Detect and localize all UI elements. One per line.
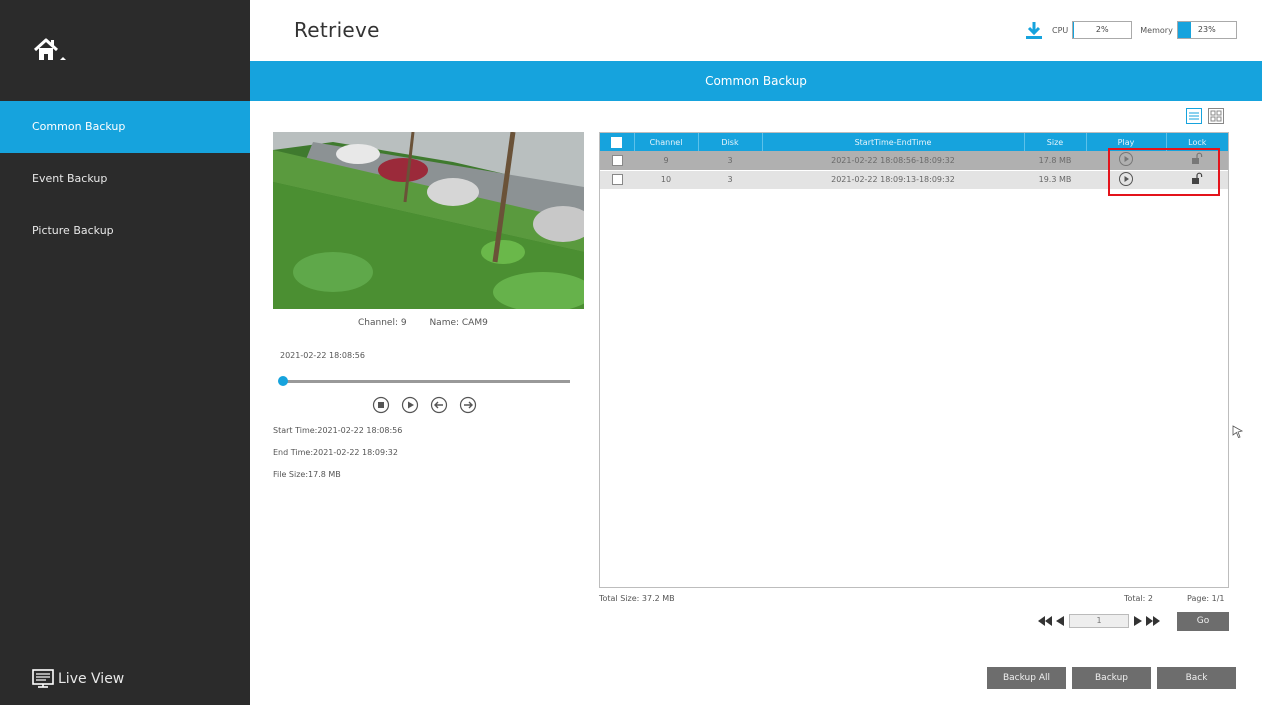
go-button[interactable]: Go [1177, 612, 1229, 631]
retrieve-screen: Common Backup Event Backup Picture Backu… [0, 0, 1262, 705]
current-time: 2021-02-22 18:08:56 [280, 351, 365, 360]
col-disk: Disk [698, 133, 763, 151]
play-lock-highlight [1108, 148, 1220, 196]
stop-icon[interactable] [372, 396, 390, 414]
last-page-icon[interactable] [1146, 616, 1160, 626]
forward-icon[interactable] [459, 396, 477, 414]
memory-meter: 23% [1176, 21, 1237, 39]
camera-name: Name: CAM9 [429, 318, 488, 328]
cell-time: 2021-02-22 18:09:13-18:09:32 [762, 170, 1024, 190]
backup-table: Channel Disk StartTime-EndTime Size Play… [599, 132, 1229, 588]
backup-button[interactable]: Backup [1072, 667, 1151, 689]
row-checkbox[interactable] [600, 151, 634, 171]
col-channel: Channel [634, 133, 699, 151]
cell-time: 2021-02-22 18:08:56-18:09:32 [762, 151, 1024, 171]
playback-slider[interactable] [278, 376, 570, 386]
total-size: Total Size: 37.2 MB [599, 594, 675, 603]
system-stats: CPU 2% Memory 23% [1024, 20, 1245, 40]
slider-handle[interactable] [278, 376, 288, 386]
sidebar-item-common-backup[interactable]: Common Backup [0, 101, 250, 153]
cell-channel: 9 [634, 151, 698, 171]
back-button[interactable]: Back [1157, 667, 1236, 689]
prev-page-icon[interactable] [1055, 616, 1065, 626]
row-checkbox[interactable] [600, 170, 634, 190]
col-time: StartTime-EndTime [762, 133, 1025, 151]
rewind-icon[interactable] [430, 396, 448, 414]
cpu-label: CPU [1052, 25, 1069, 35]
channel-label: Channel: 9 [358, 318, 407, 328]
memory-value: 23% [1197, 25, 1216, 34]
page-indicator: Page: 1/1 [1187, 594, 1225, 603]
view-switch [1186, 108, 1224, 124]
select-all-checkbox[interactable] [600, 133, 635, 151]
sidebar-item-event-backup[interactable]: Event Backup [0, 153, 250, 205]
col-size: Size [1024, 133, 1087, 151]
next-page-icon[interactable] [1133, 616, 1143, 626]
channel-info: Channel: 9 Name: CAM9 [358, 318, 508, 328]
page-title: Retrieve [294, 18, 380, 42]
page-input[interactable]: 1 [1069, 614, 1129, 628]
cell-disk: 3 [698, 151, 762, 171]
cell-channel: 10 [634, 170, 698, 190]
cell-disk: 3 [698, 170, 762, 190]
section-banner: Common Backup [250, 61, 1262, 101]
backup-all-button[interactable]: Backup All [987, 667, 1066, 689]
pagination: 1 [1038, 612, 1160, 630]
sidebar: Common Backup Event Backup Picture Backu… [0, 0, 250, 705]
memory-label: Memory [1140, 25, 1173, 35]
file-size: File Size:17.8 MB [273, 470, 341, 479]
download-icon[interactable] [1024, 20, 1044, 40]
grid-view-icon[interactable] [1208, 108, 1224, 124]
play-icon[interactable] [401, 396, 419, 414]
total-count: Total: 2 [1124, 594, 1154, 603]
home-icon[interactable] [32, 36, 72, 66]
live-view-label: Live View [58, 671, 125, 687]
first-page-icon[interactable] [1038, 616, 1052, 626]
cell-size: 17.8 MB [1024, 151, 1086, 171]
playback-controls [372, 396, 477, 414]
end-time: End Time:2021-02-22 18:09:32 [273, 448, 398, 457]
live-view-button[interactable]: Live View [32, 668, 124, 690]
list-view-icon[interactable] [1186, 108, 1202, 124]
cursor-icon [1232, 425, 1244, 438]
monitor-icon [32, 669, 54, 688]
cell-size: 19.3 MB [1024, 170, 1086, 190]
cpu-value: 2% [1095, 25, 1109, 34]
cpu-meter: 2% [1072, 21, 1133, 39]
start-time: Start Time:2021-02-22 18:08:56 [273, 426, 403, 435]
sidebar-item-picture-backup[interactable]: Picture Backup [0, 205, 250, 257]
video-preview[interactable] [273, 132, 584, 309]
